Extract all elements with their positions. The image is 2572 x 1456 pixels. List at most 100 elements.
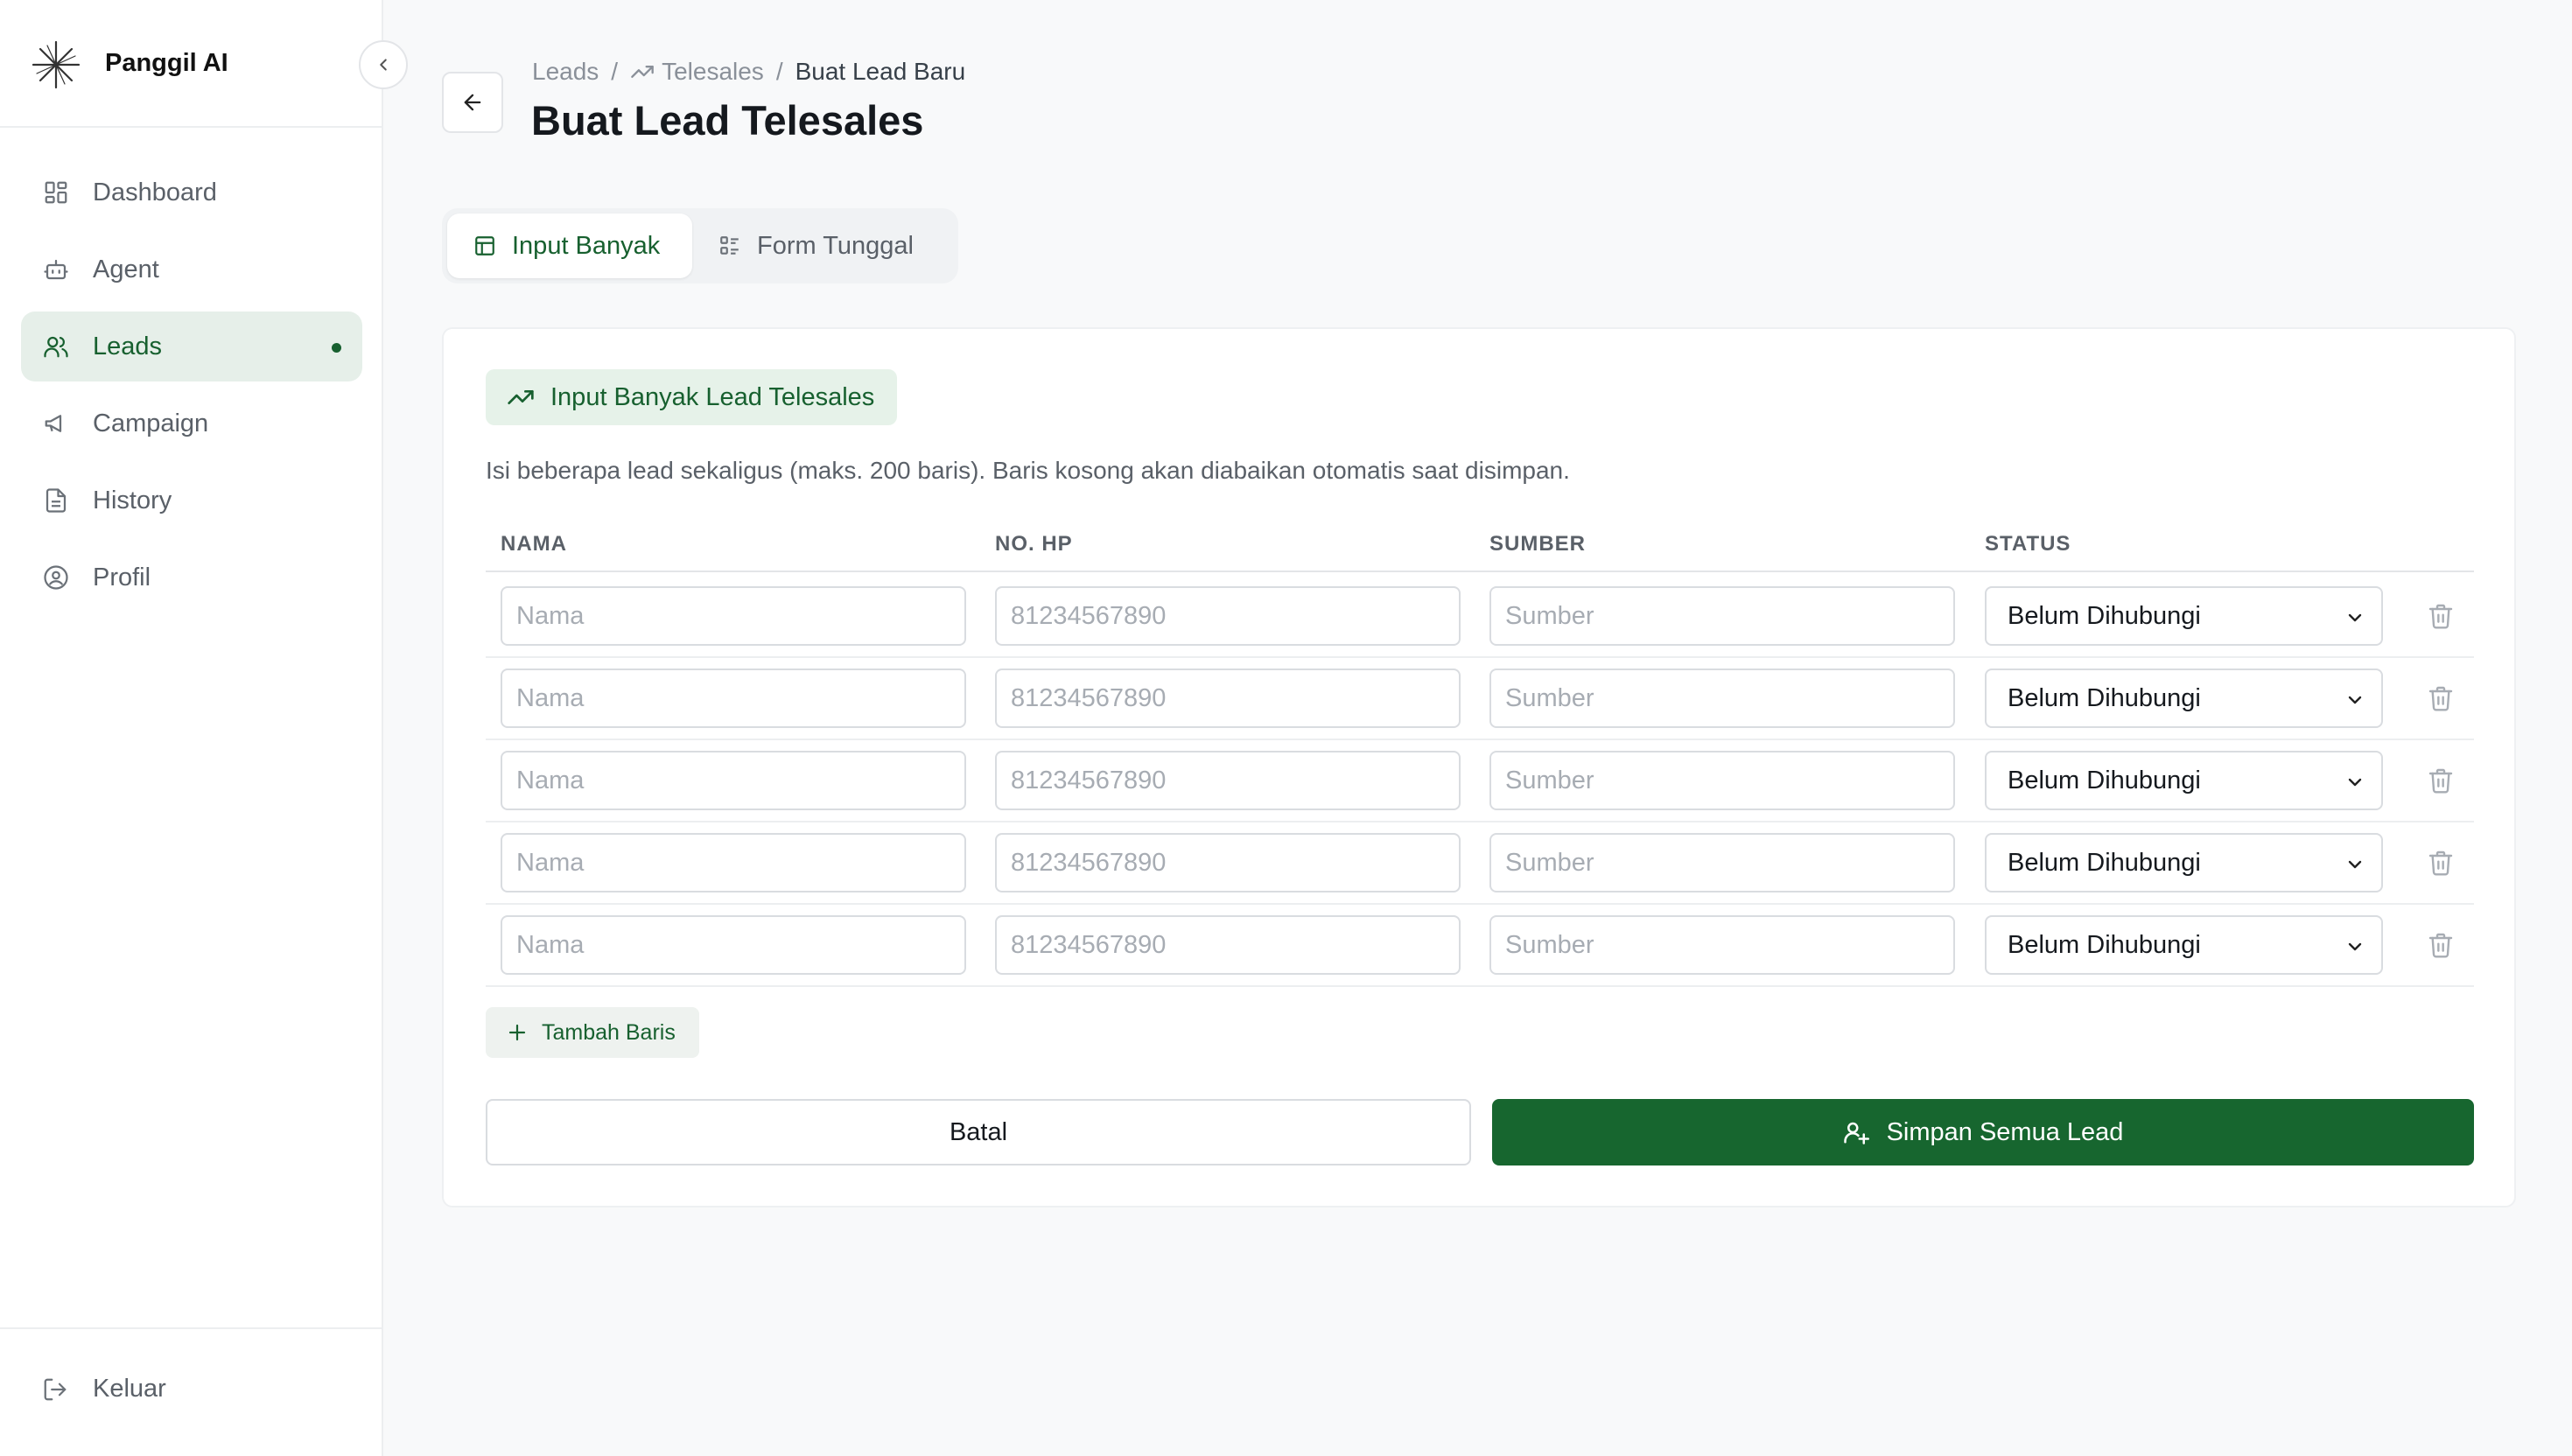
bulk-input-card: Input Banyak Lead Telesales Isi beberapa…: [442, 327, 2516, 1208]
breadcrumb-separator: /: [775, 58, 783, 85]
status-select[interactable]: Belum Dihubungi: [1985, 586, 2383, 646]
breadcrumb-leads[interactable]: Leads: [532, 58, 599, 86]
logout-button[interactable]: Keluar: [42, 1375, 166, 1404]
chevron-down-icon: [2348, 778, 2362, 787]
megaphone-icon: [42, 410, 70, 438]
tab-label: Form Tunggal: [757, 231, 914, 260]
table-row: Belum Dihubungi: [486, 658, 2474, 740]
chevron-down-icon: [2348, 613, 2362, 622]
sidebar-item-history[interactable]: History: [21, 466, 362, 536]
source-input[interactable]: [1489, 833, 1955, 892]
collapse-sidebar-button[interactable]: [359, 40, 408, 89]
status-select-value: Belum Dihubungi: [2008, 601, 2201, 630]
name-input[interactable]: [501, 915, 966, 975]
sidebar-item-leads[interactable]: Leads: [21, 312, 362, 382]
section-chip: Input Banyak Lead Telesales: [486, 369, 897, 425]
status-select[interactable]: Belum Dihubungi: [1985, 915, 2383, 975]
back-button[interactable]: [442, 72, 503, 133]
active-indicator-dot: [332, 343, 341, 353]
source-input[interactable]: [1489, 668, 1955, 728]
column-header-sumber: SUMBER: [1489, 532, 1587, 556]
document-icon: [42, 486, 70, 514]
sidebar-item-campaign[interactable]: Campaign: [21, 388, 362, 458]
dashboard-icon: [42, 178, 70, 206]
trash-icon[interactable]: [2427, 766, 2455, 794]
chevron-left-icon: [380, 59, 387, 71]
table-row: Belum Dihubungi: [486, 740, 2474, 822]
breadcrumb-telesales[interactable]: Telesales: [662, 58, 764, 86]
sidebar: Panggil AI Dashboard Agent Leads Campaig…: [0, 0, 408, 1456]
source-input[interactable]: [1489, 586, 1955, 646]
column-header-status: STATUS: [1985, 532, 2071, 556]
chevron-down-icon: [2348, 942, 2362, 951]
chevron-down-icon: [2348, 696, 2362, 704]
add-row-button[interactable]: Tambah Baris: [486, 1007, 699, 1058]
table-header: NAMA NO. HP SUMBER STATUS: [486, 523, 2474, 572]
status-select-value: Belum Dihubungi: [2008, 766, 2201, 794]
sidebar-item-label: Leads: [93, 332, 163, 360]
arrow-left-icon: [464, 94, 481, 111]
cancel-button[interactable]: Batal: [486, 1099, 1471, 1166]
section-description: Isi beberapa lead sekaligus (maks. 200 b…: [486, 457, 1570, 484]
sidebar-item-profil[interactable]: Profil: [21, 542, 362, 612]
sidebar-item-label: Campaign: [93, 409, 209, 438]
save-all-button[interactable]: Simpan Semua Lead: [1492, 1099, 2474, 1166]
phone-input[interactable]: [995, 751, 1461, 810]
phone-input[interactable]: [995, 668, 1461, 728]
name-input[interactable]: [501, 668, 966, 728]
status-select[interactable]: Belum Dihubungi: [1985, 751, 2383, 810]
add-row-label: Tambah Baris: [542, 1019, 676, 1045]
phone-input[interactable]: [995, 833, 1461, 892]
trash-icon[interactable]: [2427, 849, 2455, 877]
trash-icon[interactable]: [2427, 602, 2455, 630]
plus-icon: [507, 1021, 529, 1044]
sidebar-item-dashboard[interactable]: Dashboard: [21, 158, 362, 228]
sidebar-item-label: History: [93, 486, 172, 514]
page-title: Buat Lead Telesales: [531, 97, 924, 144]
sidebar-item-label: Dashboard: [93, 178, 217, 206]
source-input[interactable]: [1489, 751, 1955, 810]
sparkle-logo-icon: [32, 40, 81, 89]
status-select[interactable]: Belum Dihubungi: [1985, 668, 2383, 728]
phone-input[interactable]: [995, 915, 1461, 975]
brand: Panggil AI: [0, 0, 382, 128]
column-header-no-hp: NO. HP: [995, 532, 1073, 556]
table-row: Belum Dihubungi: [486, 576, 2474, 658]
tab-form-tunggal[interactable]: Form Tunggal: [692, 214, 940, 278]
app-name: Panggil AI: [105, 49, 228, 77]
status-select[interactable]: Belum Dihubungi: [1985, 833, 2383, 892]
table-icon: [473, 234, 498, 258]
breadcrumb-separator: /: [611, 58, 619, 85]
user-circle-icon: [42, 564, 70, 592]
logout-icon: [42, 1376, 70, 1404]
trash-icon[interactable]: [2427, 931, 2455, 959]
sidebar-nav: Dashboard Agent Leads Campaign History P…: [21, 158, 362, 620]
column-header-nama: NAMA: [501, 532, 567, 556]
tab-input-banyak[interactable]: Input Banyak: [447, 214, 692, 278]
save-all-label: Simpan Semua Lead: [1886, 1117, 2124, 1146]
trending-up-icon: [630, 60, 655, 84]
name-input[interactable]: [501, 586, 966, 646]
name-input[interactable]: [501, 751, 966, 810]
bot-icon: [42, 256, 70, 284]
chevron-down-icon: [2348, 860, 2362, 869]
status-select-value: Belum Dihubungi: [2008, 683, 2201, 712]
source-input[interactable]: [1489, 915, 1955, 975]
section-chip-label: Input Banyak Lead Telesales: [550, 382, 875, 411]
table-row: Belum Dihubungi: [486, 905, 2474, 987]
list-form-icon: [718, 234, 743, 258]
status-select-value: Belum Dihubungi: [2008, 848, 2201, 877]
breadcrumb: Leads / Telesales / Buat Lead Baru: [532, 58, 965, 86]
tab-label: Input Banyak: [512, 231, 661, 260]
sidebar-footer: Keluar: [0, 1327, 382, 1456]
status-select-value: Belum Dihubungi: [2008, 930, 2201, 959]
name-input[interactable]: [501, 833, 966, 892]
breadcrumb-current: Buat Lead Baru: [795, 58, 966, 85]
sidebar-item-agent[interactable]: Agent: [21, 234, 362, 304]
trash-icon[interactable]: [2427, 684, 2455, 712]
sidebar-item-label: Agent: [93, 255, 159, 284]
users-icon: [42, 332, 70, 360]
phone-input[interactable]: [995, 586, 1461, 646]
table-row: Belum Dihubungi: [486, 822, 2474, 905]
mode-tabs: Input Banyak Form Tunggal: [442, 208, 958, 284]
